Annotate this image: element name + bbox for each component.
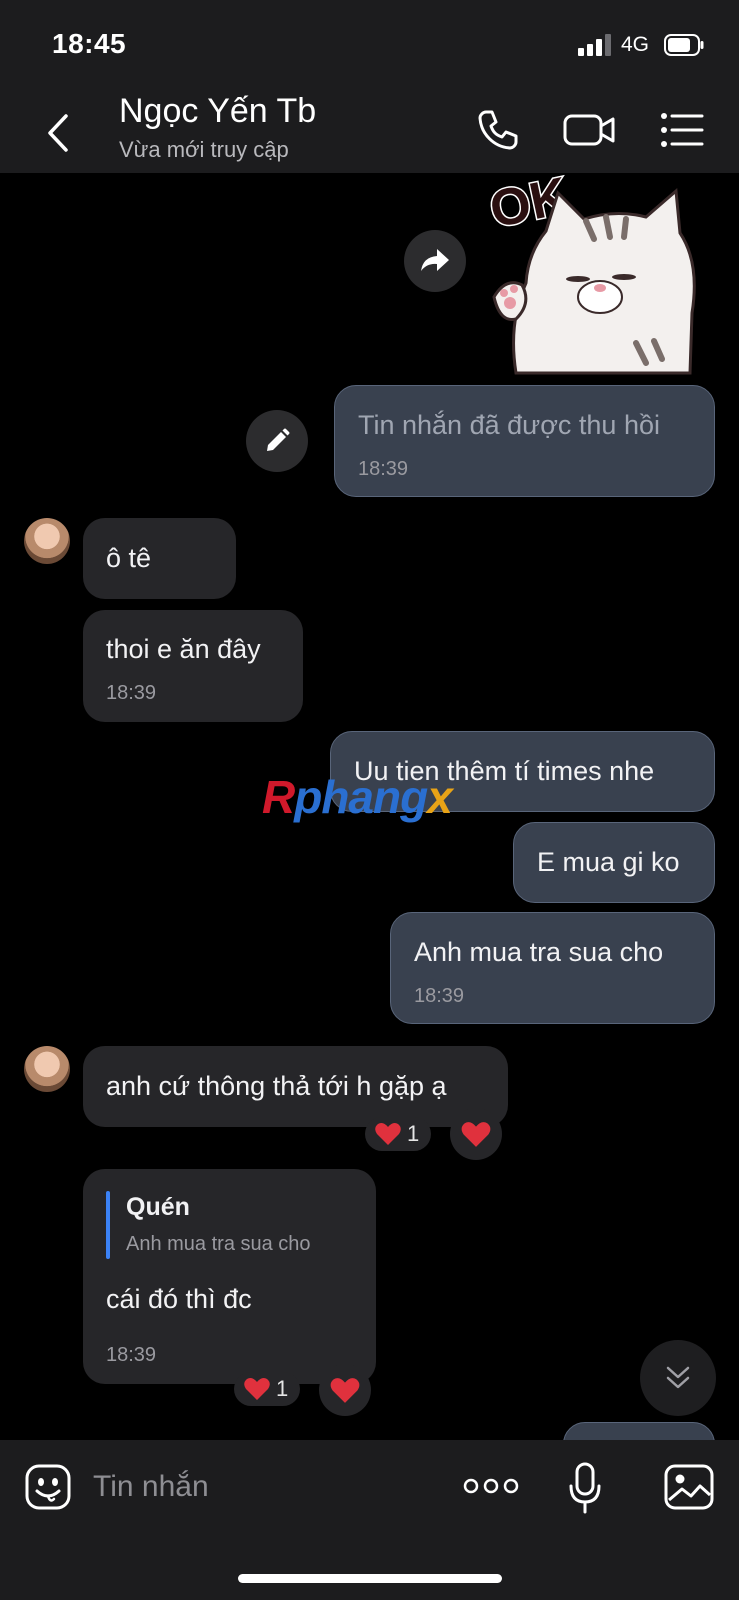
avatar[interactable]: [24, 1046, 70, 1092]
quote-author: Quén: [126, 1193, 190, 1221]
scroll-down-button[interactable]: [640, 1340, 716, 1416]
message-bubble-recalled[interactable]: Tin nhắn đã được thu hồi 18:39: [334, 385, 715, 497]
message-text: thoi e ăn đây: [106, 634, 261, 664]
network-label: 4G: [621, 33, 650, 56]
message-input[interactable]: Tin nhắn: [93, 1470, 209, 1504]
reaction-summary[interactable]: 1: [234, 1372, 300, 1406]
message-bubble-reply[interactable]: Quén Anh mua tra sua cho cái đó thì đc 1…: [83, 1169, 376, 1384]
more-dots-icon[interactable]: [463, 1474, 519, 1498]
scroll-down-icon: [666, 1366, 690, 1389]
watermark-part: phang: [294, 771, 428, 823]
status-time: 18:45: [52, 28, 127, 59]
message-time: 18:39: [106, 1344, 157, 1366]
quote-bar: [106, 1191, 110, 1259]
watermark-part: x: [427, 771, 453, 823]
message-bubble-incoming[interactable]: thoi e ăn đây 18:39: [83, 610, 303, 722]
message-text: cái đó thì đc: [106, 1284, 252, 1314]
heart-icon: [375, 1123, 401, 1145]
edit-button[interactable]: [246, 410, 308, 472]
message-bubble-outgoing[interactable]: Anh mua tra sua cho 18:39: [390, 912, 715, 1024]
quote-text: Anh mua tra sua cho: [126, 1233, 311, 1255]
watermark-part: R: [262, 771, 295, 823]
edit-pencil-icon: [267, 428, 290, 451]
message-time: 18:39: [414, 985, 465, 1007]
reaction-count: 1: [407, 1121, 420, 1146]
message-bubble-outgoing[interactable]: E mua gi ko: [513, 822, 715, 903]
message-text: ô tê: [106, 543, 152, 573]
message-time: 18:39: [358, 458, 409, 480]
watermark-logo: Rphangx: [262, 770, 453, 824]
message-text: E mua gi ko: [537, 847, 680, 877]
message-time: 18:39: [106, 682, 157, 704]
heart-icon: [461, 1122, 491, 1147]
forward-icon: [421, 249, 449, 271]
react-heart-button[interactable]: [450, 1108, 502, 1160]
heart-icon: [330, 1378, 360, 1403]
list-menu-icon[interactable]: [658, 106, 706, 154]
contact-name[interactable]: Ngọc Yến Tb: [119, 92, 316, 131]
video-call-icon[interactable]: [562, 106, 616, 154]
forward-button[interactable]: [404, 230, 466, 292]
microphone-icon[interactable]: [568, 1462, 602, 1514]
react-heart-button[interactable]: [319, 1364, 371, 1416]
message-text: Tin nhắn đã được thu hồi: [358, 410, 660, 440]
back-chevron-icon[interactable]: [40, 108, 80, 158]
image-gallery-icon[interactable]: [664, 1464, 714, 1510]
top-bar: [0, 0, 739, 173]
contact-status: Vừa mới truy cập: [119, 137, 289, 162]
message-bubble-incoming[interactable]: anh cứ thông thả tới h gặp ạ: [83, 1046, 508, 1127]
message-text: Anh mua tra sua cho: [414, 937, 664, 967]
battery-icon: [664, 34, 704, 56]
home-indicator[interactable]: [238, 1574, 502, 1583]
message-bubble-incoming[interactable]: ô tê: [83, 518, 236, 599]
reaction-count: 1: [276, 1376, 289, 1401]
message-text: anh cứ thông thả tới h gặp ạ: [106, 1071, 447, 1101]
cat-sticker[interactable]: OK: [486, 173, 714, 375]
signal-icon: [578, 34, 611, 56]
avatar[interactable]: [24, 518, 70, 564]
heart-icon: [244, 1378, 270, 1400]
phone-icon[interactable]: [474, 106, 522, 154]
emoji-sticker-icon[interactable]: [24, 1463, 72, 1511]
reaction-summary[interactable]: 1: [365, 1117, 431, 1151]
